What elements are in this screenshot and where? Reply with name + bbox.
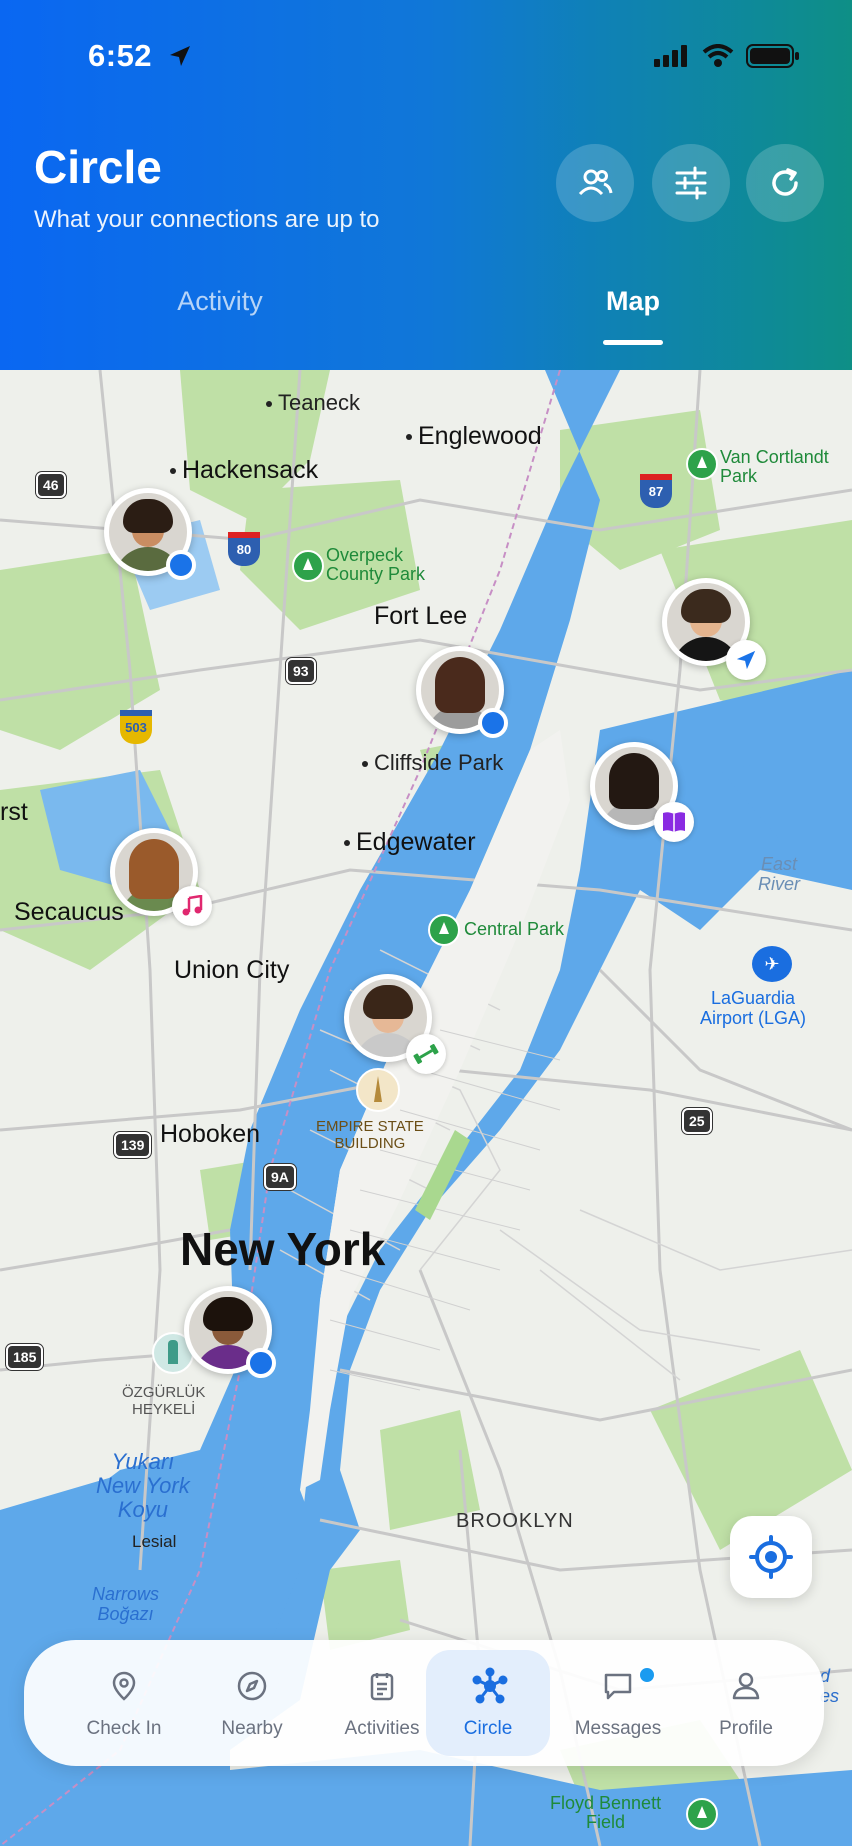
network-icon (472, 1667, 508, 1704)
music-badge (172, 886, 212, 926)
nav-check-in[interactable]: Check In (64, 1640, 184, 1766)
sliders-icon (675, 166, 707, 200)
page-title: Circle (34, 141, 162, 193)
reading-badge (654, 802, 694, 842)
nav-circle[interactable]: Circle (428, 1640, 548, 1766)
airplane-icon: ✈ (752, 946, 792, 982)
park-label-van-cortlandt: Van Cortlandt Park (720, 447, 829, 486)
chat-icon (604, 1673, 632, 1700)
interstate-shield-87: 87 (640, 474, 672, 508)
route-shield-185: 185 (6, 1344, 44, 1370)
unread-dot-badge (638, 1666, 656, 1684)
workout-badge (406, 1034, 446, 1074)
place-label-rst: rst (0, 798, 28, 826)
place-label-hoboken: Hoboken (160, 1120, 261, 1148)
place-label-lesial: Lesial (132, 1532, 177, 1551)
friend-avatar-marker[interactable] (662, 578, 766, 680)
location-dot-badge (166, 550, 196, 580)
friend-avatar-marker[interactable] (184, 1286, 276, 1378)
refresh-button[interactable] (746, 144, 824, 222)
dumbbell-icon (413, 1044, 439, 1064)
interstate-shield-80: 80 (228, 532, 260, 566)
people-icon (578, 169, 613, 196)
app-header: 6:52 Circle What your connections are up… (0, 0, 852, 370)
nav-label: Profile (719, 1718, 773, 1739)
park-pin-icon (292, 550, 324, 582)
landmark-label-laguardia: LaGuardia Airport (LGA) (700, 988, 807, 1028)
park-pin-icon (428, 914, 460, 946)
nav-label: Messages (574, 1718, 662, 1739)
park-pin-icon (686, 1798, 718, 1830)
battery-icon (746, 44, 799, 68)
county-shield-503: 503 (120, 710, 152, 744)
nav-label: Nearby (221, 1718, 283, 1739)
music-note-icon (182, 895, 203, 916)
place-label-new-york: New York (180, 1223, 386, 1275)
park-label-floyd-bennett: Floyd Bennett Field (550, 1793, 662, 1832)
book-icon (663, 812, 685, 832)
place-label-hackensack: Hackensack (170, 456, 318, 485)
friend-avatar-marker[interactable] (416, 646, 508, 738)
location-arrow-icon (170, 46, 190, 66)
refresh-icon (772, 168, 798, 196)
park-label-overpeck: Overpeck County Park (326, 545, 426, 584)
bottom-tab-bar: Check In Nearby Activities Circle Messag… (24, 1640, 824, 1766)
tab-indicator (603, 340, 663, 345)
route-shield-93: 93 (286, 658, 316, 684)
nav-activities[interactable]: Activities (322, 1640, 442, 1766)
page-subtitle: What your connections are up to (34, 206, 380, 233)
water-label-east-river: East River (758, 854, 801, 894)
nav-label: Circle (463, 1718, 513, 1739)
water-label-upper-bay: Yukarı New York Koyu (96, 1449, 190, 1522)
navigation-badge (726, 640, 766, 680)
place-label-secaucus: Secaucus (14, 898, 124, 926)
status-icons (654, 44, 800, 68)
filter-button[interactable] (652, 144, 730, 222)
place-label-edgewater: Edgewater (344, 828, 476, 857)
compass-icon (237, 1671, 267, 1701)
place-label-union-city: Union City (174, 956, 290, 984)
place-label-fort-lee: Fort Lee (374, 602, 468, 630)
place-label-brooklyn: BROOKLYN (456, 1510, 574, 1532)
nav-label: Activities (344, 1718, 420, 1739)
status-time: 6:52 (88, 38, 153, 73)
place-label-teaneck: Teaneck (266, 390, 360, 416)
wifi-icon (702, 44, 734, 67)
landmark-label-empire-state: EMPIRE STATE BUILDING (316, 1118, 424, 1152)
friends-button[interactable] (556, 144, 634, 222)
tab-map[interactable]: Map (533, 286, 733, 317)
empire-state-icon (356, 1068, 400, 1112)
friend-avatar-marker[interactable] (344, 974, 446, 1074)
user-icon (732, 1672, 760, 1700)
nav-nearby[interactable]: Nearby (192, 1640, 312, 1766)
tab-activity[interactable]: Activity (120, 286, 320, 317)
crosshair-icon (749, 1535, 793, 1579)
friend-avatar-marker[interactable] (104, 488, 196, 580)
nav-messages[interactable]: Messages (558, 1640, 678, 1766)
location-dot-badge (478, 708, 508, 738)
map-pin-icon (112, 1671, 136, 1701)
nav-label: Check In (86, 1718, 162, 1739)
route-shield-139: 139 (114, 1132, 152, 1158)
water-label-narrows: Narrows Boğazı (92, 1584, 160, 1624)
route-shield-46: 46 (36, 472, 66, 498)
place-label-englewood: Englewood (406, 422, 542, 451)
route-shield-9a: 9A (264, 1164, 296, 1190)
locate-me-button[interactable] (730, 1516, 812, 1598)
friend-avatar-marker[interactable] (590, 742, 694, 842)
navigation-arrow-icon (736, 650, 756, 670)
route-shield-25: 25 (682, 1108, 712, 1134)
park-label-central-park: Central Park (464, 919, 565, 939)
clipboard-icon (370, 1673, 394, 1701)
landmark-label-statue-of-liberty: ÖZGÜRLÜK HEYKELİ (122, 1384, 206, 1418)
friend-avatar-marker[interactable] (110, 828, 212, 926)
place-label-cliffside-park: Cliffside Park (362, 750, 503, 776)
signal-icon (654, 45, 687, 67)
park-pin-icon (686, 448, 718, 480)
nav-profile[interactable]: Profile (686, 1640, 806, 1766)
location-dot-badge (246, 1348, 276, 1378)
map-view[interactable]: 46 80 87 93 503 139 9A 25 185 Teaneck En… (0, 370, 852, 1846)
